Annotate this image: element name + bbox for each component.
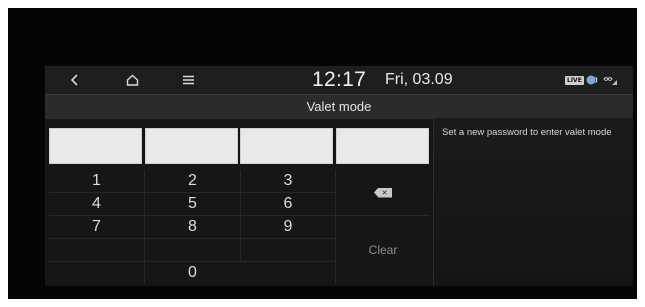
password-field-3[interactable] xyxy=(240,128,333,164)
back-icon[interactable] xyxy=(55,66,95,94)
key-1[interactable]: 1 xyxy=(49,170,144,192)
hint-panel xyxy=(434,118,633,286)
key-3[interactable]: 3 xyxy=(241,170,335,192)
title-bar: Valet mode xyxy=(45,94,633,119)
home-icon[interactable] xyxy=(112,66,152,94)
status-icons: LIVE xyxy=(565,74,618,86)
panel-divider xyxy=(433,118,434,286)
password-hint: Set a new password to enter valet mode xyxy=(442,127,612,138)
password-field-4[interactable] xyxy=(336,128,429,164)
live-badge-icon: LIVE xyxy=(565,75,584,85)
status-bar: 12:17 Fri, 03.09 LIVE xyxy=(45,66,633,94)
key-7[interactable]: 7 xyxy=(49,216,144,238)
key-5[interactable]: 5 xyxy=(145,193,240,215)
key-9[interactable]: 9 xyxy=(241,216,335,238)
clock: 12:17 xyxy=(312,68,367,91)
backspace-button[interactable]: ✕ xyxy=(336,170,430,215)
password-field-2[interactable] xyxy=(145,128,238,164)
key-6[interactable]: 6 xyxy=(241,193,335,215)
connection-icon xyxy=(603,77,617,85)
backspace-icon: ✕ xyxy=(374,187,392,198)
keypad-line xyxy=(49,238,335,239)
password-field-1[interactable] xyxy=(49,128,142,164)
page-title: Valet mode xyxy=(306,99,372,114)
infotainment-screen: 12:17 Fri, 03.09 LIVE Valet mode Set a n… xyxy=(45,66,633,286)
numeric-keypad: 1 2 3 4 5 6 7 8 9 0 ✕ Clear xyxy=(49,170,430,284)
voice-icon xyxy=(586,75,598,85)
key-2[interactable]: 2 xyxy=(145,170,240,192)
date: Fri, 03.09 xyxy=(385,71,453,88)
key-4[interactable]: 4 xyxy=(49,193,144,215)
key-0[interactable]: 0 xyxy=(145,262,240,284)
key-8[interactable]: 8 xyxy=(145,216,240,238)
clear-button[interactable]: Clear xyxy=(336,216,430,284)
menu-icon[interactable] xyxy=(168,66,208,94)
